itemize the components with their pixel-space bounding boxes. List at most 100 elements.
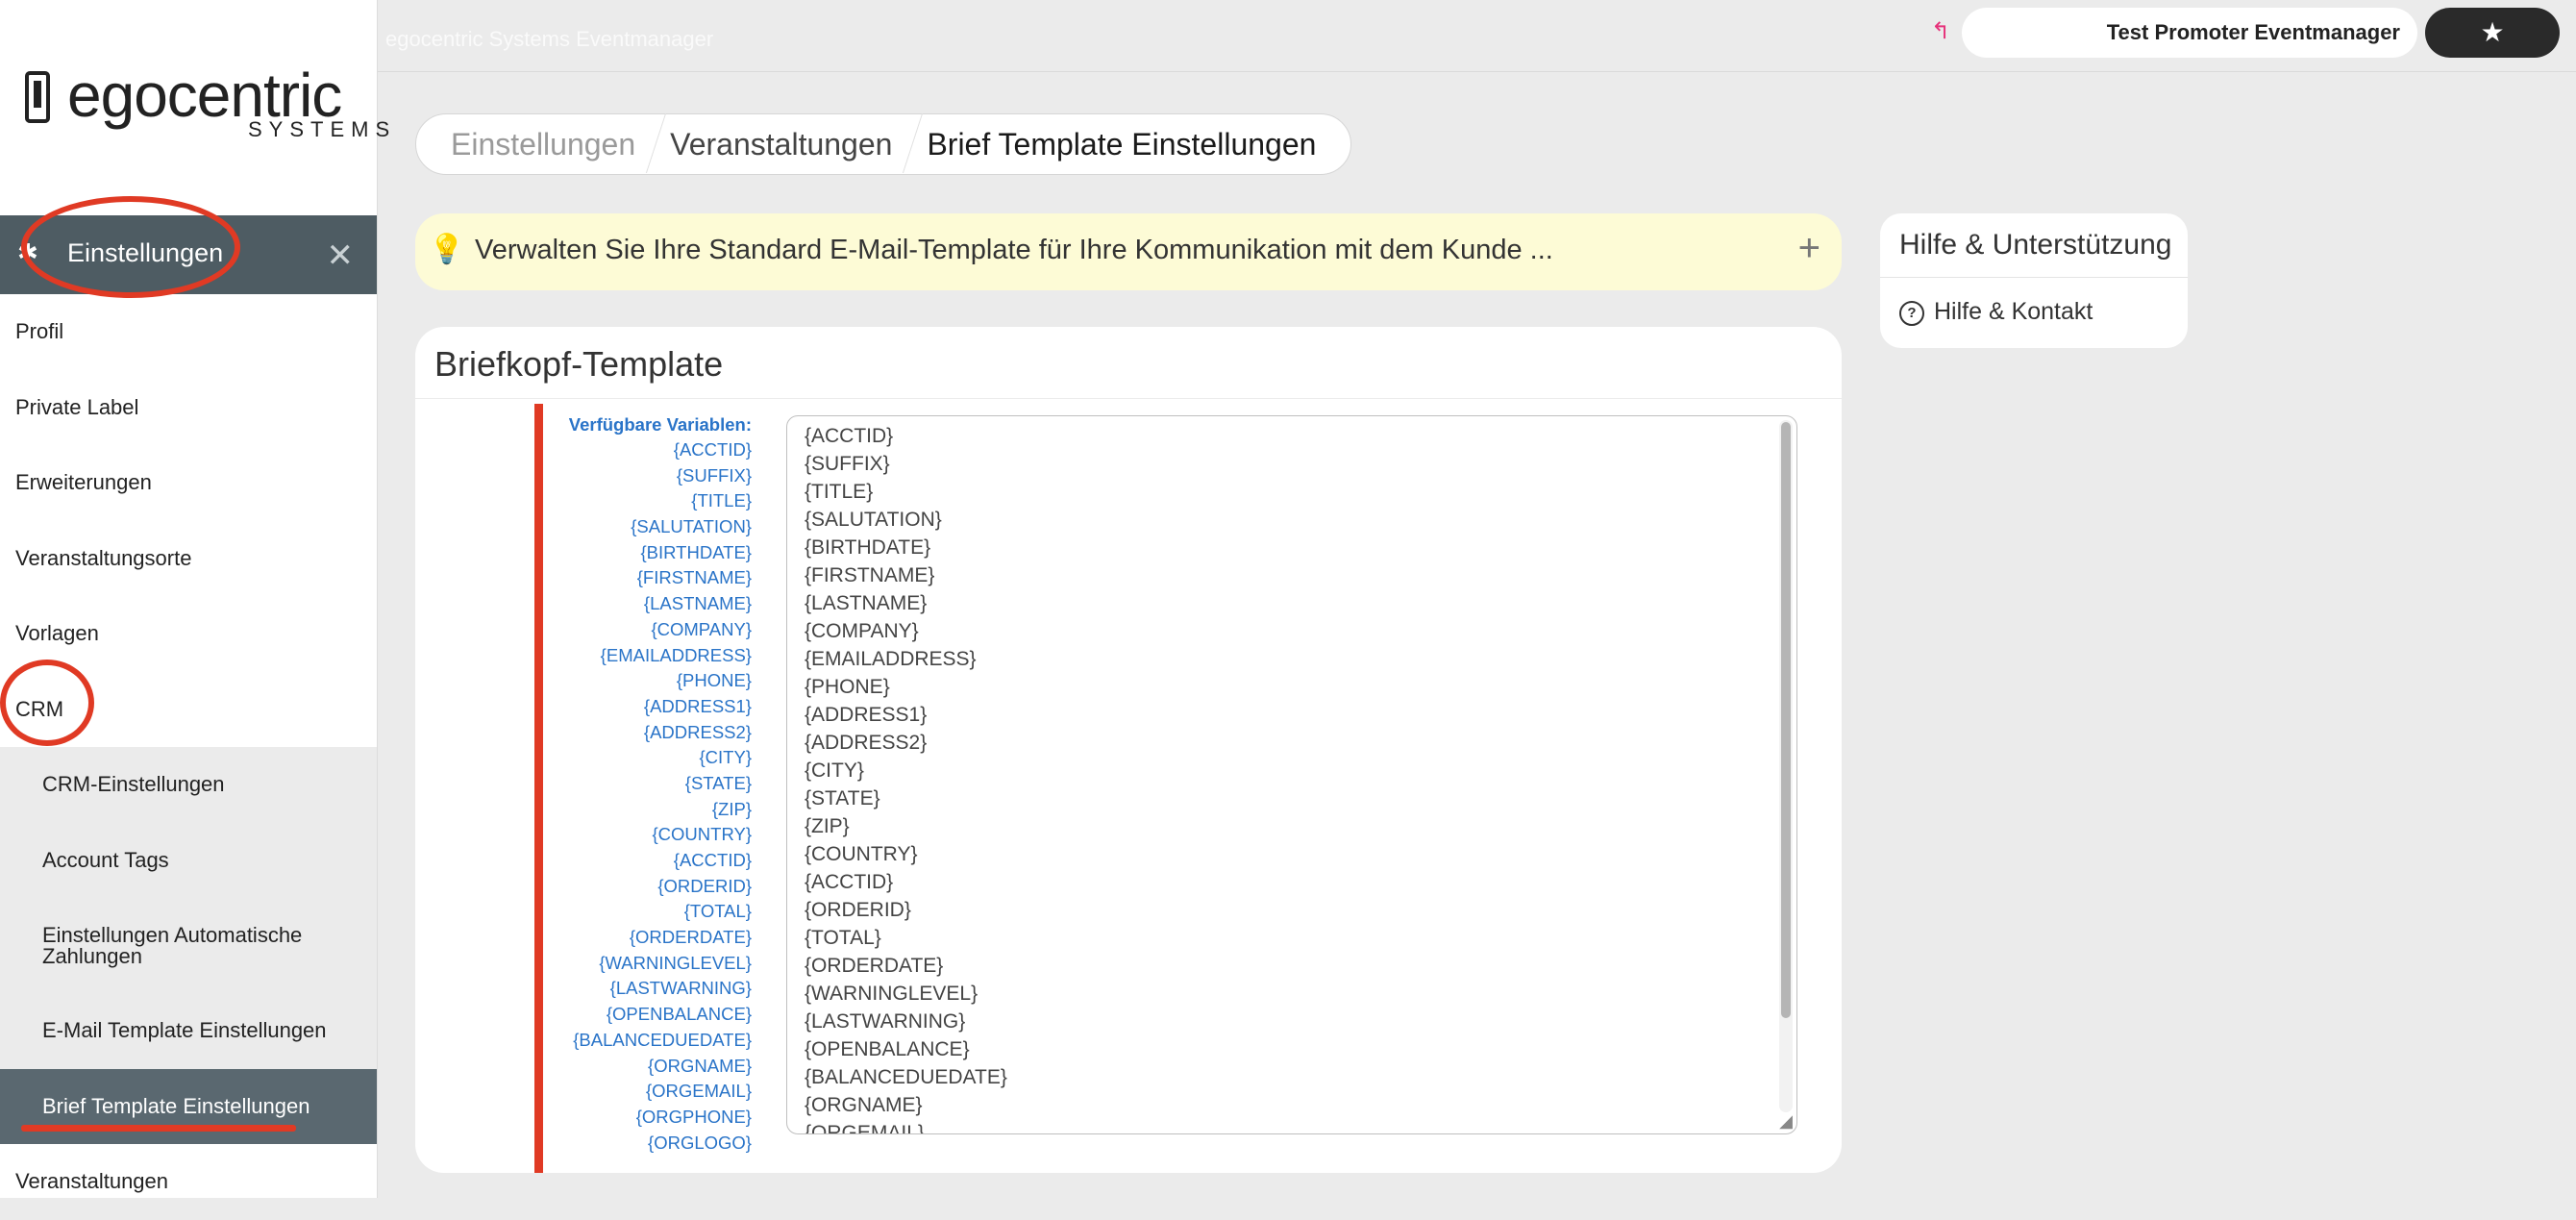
sidebar-item-veranstaltungsorte[interactable]: Veranstaltungsorte [0, 521, 377, 597]
question-circle-icon: ? [1899, 301, 1924, 326]
sidebar-nav: Profil Private Label Erweiterungen Veran… [0, 294, 377, 1220]
user-name: Test Promoter Eventmanager [2106, 20, 2400, 44]
sidebar-section-title: Einstellungen [67, 238, 224, 267]
phone-logo-icon [25, 71, 50, 123]
banner-text: Verwalten Sie Ihre Standard E-Mail-Templ… [475, 235, 1553, 265]
variable-link[interactable]: {EMAILADDRESS} [550, 643, 752, 669]
sidebar-item-erweiterungen[interactable]: Erweiterungen [0, 445, 377, 521]
editor-line: {BIRTHDATE} [805, 536, 931, 559]
variable-link[interactable]: {TITLE} [550, 488, 752, 514]
variable-link[interactable]: {ADDRESS2} [550, 720, 752, 746]
variable-link[interactable]: {FIRSTNAME} [550, 565, 752, 591]
editor-line: {EMAILADDRESS} [805, 648, 977, 670]
logo-sub: SYSTEMS [248, 117, 397, 141]
variable-link[interactable]: {SUFFIX} [550, 463, 752, 489]
variable-link[interactable]: {ORGPHONE} [550, 1105, 752, 1131]
editor-line: {ACCTID} [805, 425, 894, 447]
variable-link[interactable]: {CITY} [550, 745, 753, 771]
editor-line: {OPENBALANCE} [805, 1038, 970, 1060]
sidebar-section-header[interactable]: ✱ Einstellungen ✕ [0, 215, 377, 294]
user-menu[interactable]: Test Promoter Eventmanager [1962, 8, 2417, 58]
variable-link[interactable]: {OPENBALANCE} [550, 1002, 752, 1028]
editor-line: {WARNINGLEVEL} [805, 983, 978, 1005]
variables-label: Verfügbare Variablen: [568, 414, 752, 435]
logo[interactable]: egocentric SYSTEMS [25, 61, 389, 141]
sidebar-item-private-label[interactable]: Private Label [0, 370, 377, 446]
template-editor[interactable]: {ACCTID} {SUFFIX} {TITLE} {SALUTATION} {BIRT… [786, 415, 1797, 1134]
variable-link[interactable]: {PHONE} [550, 668, 752, 694]
variable-link[interactable]: {ZIP} [550, 797, 752, 823]
info-banner[interactable]: 💡 Verwalten Sie Ihre Standard E-Mail-Tem… [415, 213, 1842, 290]
variable-link[interactable]: {WARNINGLEVEL} [550, 951, 752, 977]
gear-icon: ✱ [17, 238, 38, 267]
sidebar-item-profil[interactable]: Profil [0, 294, 377, 370]
editor-line: {PHONE} [805, 676, 890, 698]
editor-line: {STATE} [805, 787, 880, 809]
help-contact-link[interactable]: ? Hilfe & Kontakt [1899, 298, 2093, 326]
variable-link[interactable]: {COUNTRY} [550, 822, 753, 848]
annotation-underline [21, 1125, 296, 1132]
breadcrumb-item-current: Brief Template Einstellungen [927, 126, 1317, 162]
sidebar-submenu-crm: CRM-Einstellungen Account Tags Einstellu… [0, 747, 377, 1144]
variable-link[interactable]: {ADDRESS1} [550, 694, 752, 720]
variable-link[interactable]: {STATE} [550, 771, 752, 797]
editor-content[interactable]: {ACCTID} {SUFFIX} {TITLE} {SALUTATION} {BIRT… [805, 422, 1007, 1134]
sidebar-subitem-crm-einstellungen[interactable]: CRM-Einstellungen [0, 747, 377, 823]
editor-line: {COUNTRY} [805, 843, 918, 865]
sidebar-item-veranstaltungen[interactable]: Veranstaltungen [0, 1144, 377, 1220]
editor-line: {ADDRESS2} [805, 732, 928, 754]
editor-line: {BALANCEDUEDATE} [805, 1066, 1007, 1088]
sidebar-item-crm[interactable]: CRM [0, 672, 377, 748]
editor-line: {TITLE} [805, 481, 874, 503]
variable-link[interactable]: {ORGNAME} [550, 1054, 752, 1080]
variable-link[interactable]: {LASTWARNING} [550, 976, 752, 1002]
editor-line: {LASTNAME} [805, 592, 928, 614]
sidebar-item-vorlagen[interactable]: Vorlagen [0, 596, 377, 672]
editor-line: {ORGEMAIL} [805, 1122, 925, 1134]
app-title: egocentric Systems Eventmanager [385, 27, 714, 51]
help-link-label: Hilfe & Kontakt [1934, 298, 2093, 325]
variables-list: Verfügbare Variablen: {ACCTID} {SUFFIX} {T… [550, 411, 752, 1156]
variable-link[interactable]: {COMPANY} [550, 617, 752, 643]
scrollbar-thumb[interactable] [1781, 422, 1791, 1018]
back-arrow-icon[interactable]: ↰ [1931, 17, 1950, 45]
sidebar-subitem-brief-template[interactable]: Brief Template Einstellungen [0, 1068, 377, 1144]
variable-link[interactable]: {ORGLOGO} [550, 1131, 752, 1157]
variable-link[interactable]: {ORDERID} [550, 874, 752, 900]
star-icon[interactable]: ★ [2425, 8, 2560, 58]
divider [415, 398, 1842, 399]
lightbulb-icon: 💡 [429, 234, 465, 265]
variable-link[interactable]: {ORDERDATE} [550, 925, 752, 951]
variable-link[interactable]: {SALUTATION} [550, 514, 752, 540]
editor-line: {LASTWARNING} [805, 1010, 966, 1033]
sidebar-subitem-email-template[interactable]: E-Mail Template Einstellungen [0, 993, 377, 1069]
top-bar: egocentric Systems Eventmanager ↰ Test P… [378, 0, 2576, 72]
help-title: Hilfe & Unterstützung [1899, 229, 2172, 261]
sidebar-subitem-account-tags[interactable]: Account Tags [0, 823, 377, 899]
editor-line: {SUFFIX} [805, 453, 890, 475]
variable-link[interactable]: {BIRTHDATE} [550, 540, 753, 566]
scrollbar[interactable] [1779, 420, 1793, 1112]
breadcrumb-item-einstellungen[interactable]: Einstellungen [433, 127, 653, 162]
help-box: Hilfe & Unterstützung ? Hilfe & Kontakt [1880, 213, 2188, 348]
close-icon[interactable]: ✕ [327, 237, 355, 275]
breadcrumb: Einstellungen Veranstaltungen Brief Temp… [415, 113, 1352, 175]
plus-icon[interactable]: + [1798, 227, 1821, 270]
editor-line: {SALUTATION} [805, 509, 942, 531]
sidebar-subitem-automatische-zahlungen[interactable]: Einstellungen Automatische Zahlungen [0, 898, 377, 993]
variable-link[interactable]: {LASTNAME} [550, 591, 752, 617]
variable-link[interactable]: {TOTAL} [550, 899, 752, 925]
resize-grip-icon[interactable]: ◢ [1779, 1111, 1793, 1132]
variable-link[interactable]: {BALANCEDUEDATE} [550, 1028, 752, 1054]
editor-line: {ORGNAME} [805, 1094, 923, 1116]
variable-link[interactable]: {ACCTID} [550, 437, 752, 463]
editor-line: {CITY} [805, 759, 864, 782]
sidebar: egocentric SYSTEMS ✱ Einstellungen ✕ Pro… [0, 0, 389, 1198]
editor-line: {ACCTID} [805, 871, 894, 893]
breadcrumb-item-veranstaltungen[interactable]: Veranstaltungen [653, 127, 909, 162]
variable-link[interactable]: {ORGEMAIL} [550, 1079, 752, 1105]
annotation-red-bar [534, 404, 543, 1173]
card-title: Briefkopf-Template [434, 344, 724, 384]
variable-link[interactable]: {ACCTID} [550, 848, 752, 874]
editor-line: {FIRSTNAME} [805, 564, 935, 586]
